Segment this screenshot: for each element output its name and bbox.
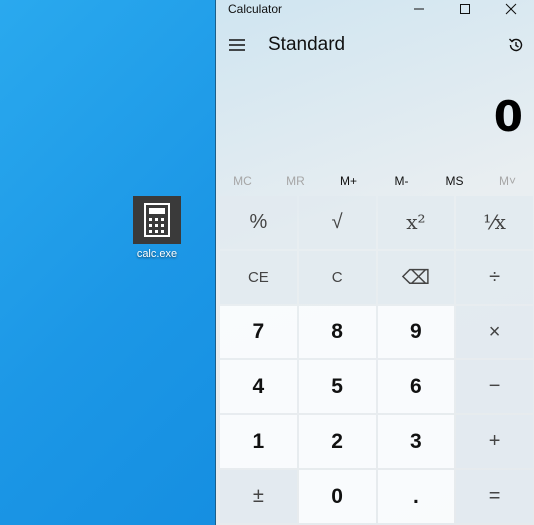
memory-row: MC MR M+ M- MS M˅ [216, 170, 534, 192]
square-button[interactable]: x² [377, 196, 455, 249]
title-bar[interactable]: Calculator [216, 0, 534, 18]
memory-add-button[interactable]: M+ [322, 170, 375, 192]
negate-button[interactable]: ± [220, 470, 297, 523]
desktop-icon-label: calc.exe [136, 248, 178, 260]
reciprocal-button[interactable]: ¹⁄x [456, 196, 533, 249]
mode-title: Standard [268, 34, 346, 55]
memory-store-button[interactable]: MS [428, 170, 481, 192]
square-root-button[interactable]: √ [298, 196, 376, 249]
divide-button[interactable]: ÷ [456, 250, 533, 304]
memory-list-button[interactable]: M˅ [481, 170, 534, 192]
digit-8-button[interactable]: 8 [298, 305, 376, 359]
calculator-icon [133, 196, 181, 244]
digit-6-button[interactable]: 6 [377, 360, 455, 414]
percent-button[interactable]: % [220, 196, 297, 249]
digit-0-button[interactable]: 0 [298, 470, 376, 523]
equals-button[interactable]: = [456, 470, 533, 523]
digit-9-button[interactable]: 9 [377, 305, 455, 359]
desktop-icon-calc[interactable]: calc.exe [128, 196, 186, 261]
clear-button[interactable]: C [298, 250, 376, 304]
memory-recall-button[interactable]: MR [269, 170, 322, 192]
navigation-menu-button[interactable] [226, 34, 248, 56]
digit-3-button[interactable]: 3 [377, 415, 455, 469]
maximize-button[interactable] [442, 0, 488, 18]
window-title: Calculator [228, 2, 283, 16]
keypad: % √ x² ¹⁄x CE C ⌫ ÷ 7 8 9 × 4 5 6 − 1 2 … [220, 196, 533, 523]
clear-entry-button[interactable]: CE [220, 250, 297, 304]
decimal-button[interactable]: . [377, 470, 455, 523]
calculator-header: Standard [216, 28, 534, 62]
digit-7-button[interactable]: 7 [220, 305, 297, 359]
backspace-button[interactable]: ⌫ [377, 250, 455, 304]
minimize-button[interactable] [396, 0, 442, 18]
close-icon [505, 3, 517, 15]
add-button[interactable]: + [456, 415, 533, 469]
calculator-window: Calculator Standard 0 MC MR M+ M- MS M˅ … [215, 0, 534, 525]
memory-clear-button[interactable]: MC [216, 170, 269, 192]
history-icon [509, 38, 523, 52]
multiply-button[interactable]: × [456, 305, 533, 359]
minimize-icon [414, 8, 424, 10]
digit-5-button[interactable]: 5 [298, 360, 376, 414]
digit-1-button[interactable]: 1 [220, 415, 297, 469]
memory-subtract-button[interactable]: M- [375, 170, 428, 192]
digit-4-button[interactable]: 4 [220, 360, 297, 414]
subtract-button[interactable]: − [456, 360, 533, 414]
hamburger-icon [229, 39, 245, 51]
digit-2-button[interactable]: 2 [298, 415, 376, 469]
result-display: 0 [493, 92, 523, 141]
maximize-icon [460, 4, 470, 14]
history-button[interactable] [504, 33, 528, 57]
close-button[interactable] [488, 0, 534, 18]
